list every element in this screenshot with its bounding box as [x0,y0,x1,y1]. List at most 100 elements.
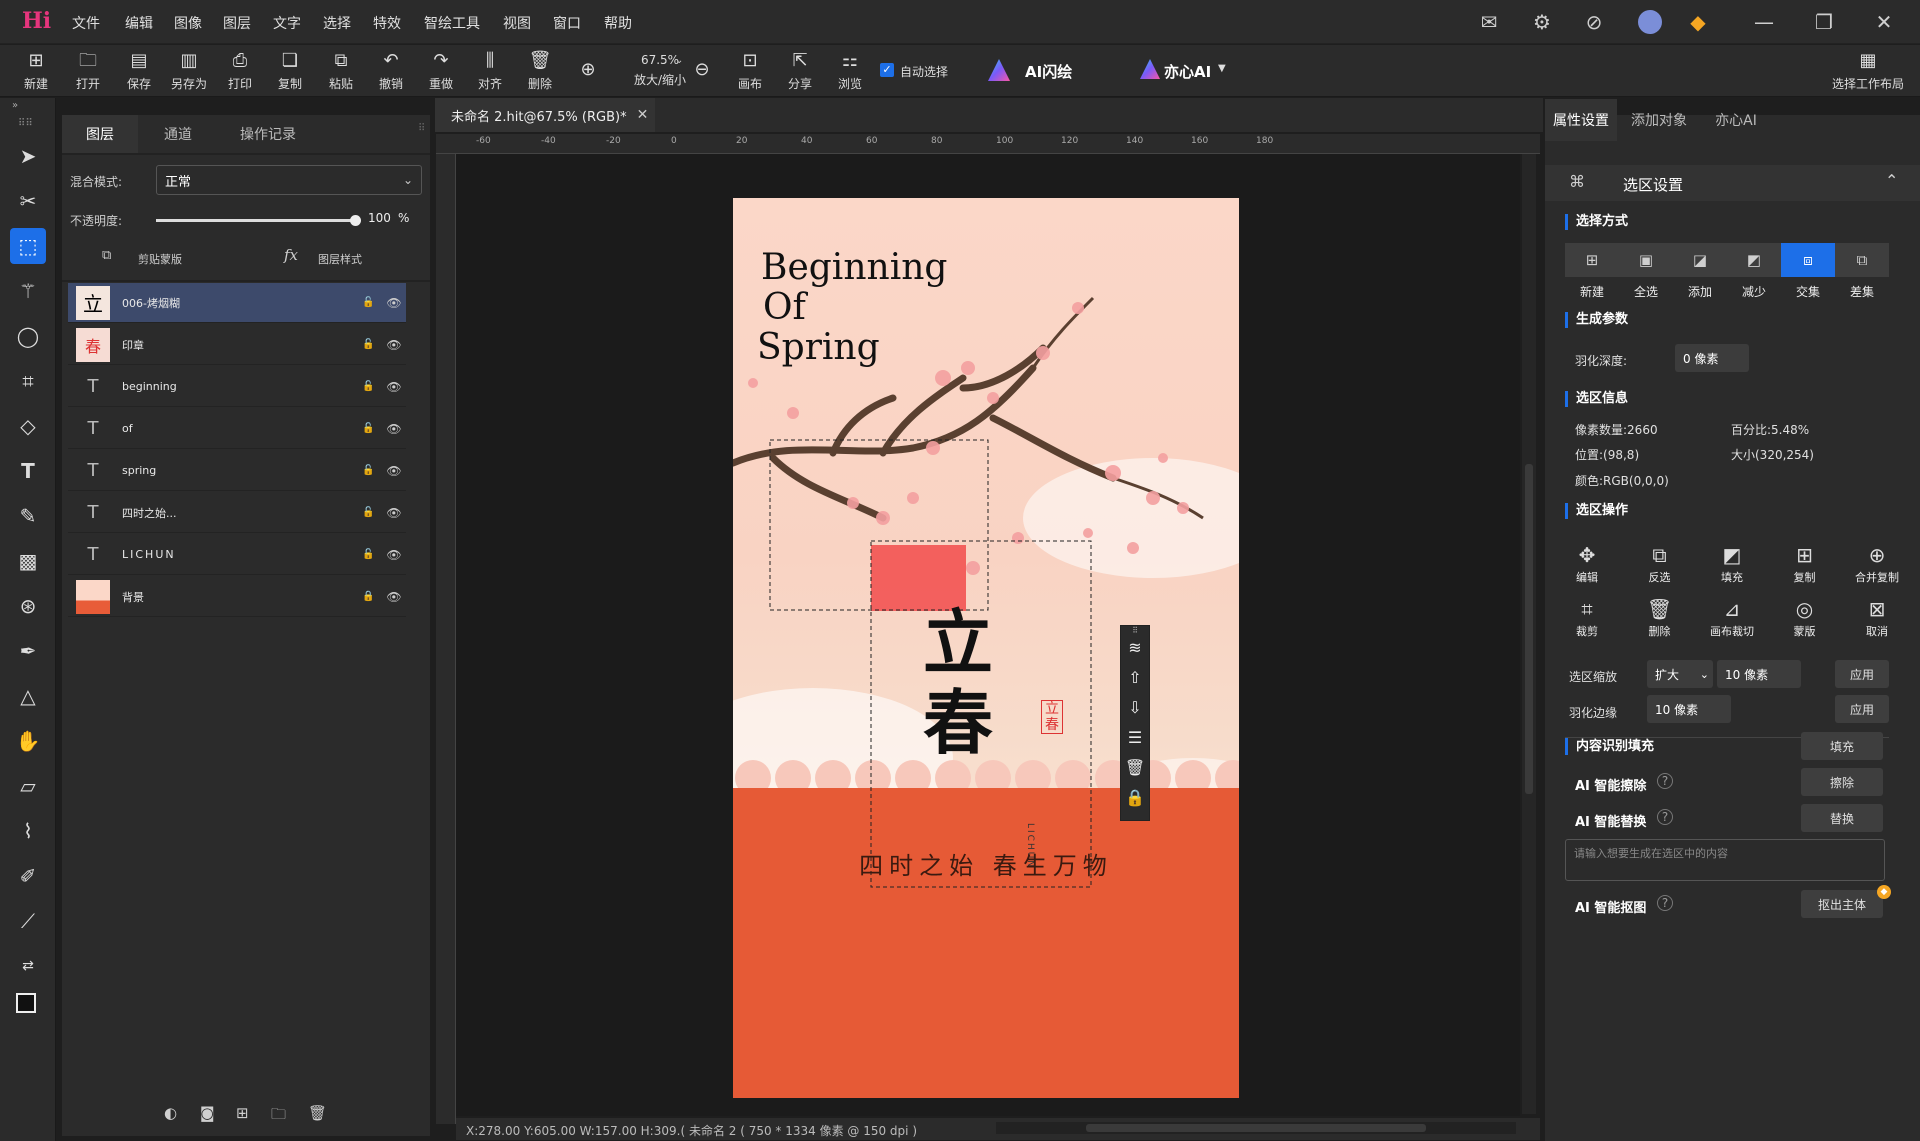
eraser-tool-icon[interactable]: ▩ [10,543,46,579]
layer-stack-icon[interactable]: ≋ [1121,638,1149,668]
poster-bottom-slogan[interactable]: 四时之始 春生万物 [733,846,1239,881]
eye-icon[interactable]: 👁 [382,506,406,520]
add-selection-icon[interactable]: ◪ [1673,243,1727,277]
menu-effects[interactable]: 特效 [373,13,401,33]
layer-row[interactable]: T spring 🔓 👁 [68,451,406,491]
drag-handle-icon[interactable]: ⠿ [1121,626,1149,638]
clone-stamp-icon[interactable]: ⊛ [10,588,46,624]
layer-row[interactable]: 春 印章 🔓 👁 [68,325,406,365]
poster-seal[interactable]: 立春 [1041,700,1063,734]
layers-icon[interactable]: ☰ [1121,728,1149,758]
new-group-icon[interactable]: 🗀 [271,1104,286,1129]
layer-row[interactable]: 背景 🔒 👁 [68,577,406,617]
scroll-thumb[interactable] [1086,1124,1426,1132]
scale-value-input[interactable]: 10 像素 [1717,660,1801,688]
minimize-icon[interactable]: — [1750,8,1778,36]
tab-yixin-ai[interactable]: 亦心AI [1701,99,1771,141]
new-button[interactable]: ⊞ 新建 [14,45,58,97]
lock-icon[interactable]: 🔓 [362,549,382,560]
crop-tool-icon[interactable]: ⌗ [10,363,46,399]
adjustment-layer-icon[interactable]: ◐ [164,1104,177,1122]
magic-wand-icon[interactable]: ⚚ [10,273,46,309]
workspace-layout-button[interactable]: ▦ 选择工作布局 [1830,45,1906,97]
vip-diamond-icon[interactable]: ◆ [1684,8,1712,36]
layer-row[interactable]: T of 🔓 👁 [68,409,406,449]
eye-icon[interactable]: 👁 [382,422,406,436]
tab-add-object[interactable]: 添加对象 [1617,99,1701,141]
scroll-thumb[interactable] [1525,464,1533,794]
help-icon[interactable]: ? [1657,809,1673,825]
open-button[interactable]: 🗀 打开 [66,45,110,97]
difference-selection-icon[interactable]: ⧉ [1835,243,1889,277]
menu-help[interactable]: 帮助 [604,13,632,33]
apply-scale-button[interactable]: 应用 [1835,660,1889,688]
layer-row[interactable]: T beginning 🔓 👁 [68,367,406,407]
move-down-icon[interactable]: ⇩ [1121,698,1149,728]
cutout-button[interactable]: 抠出主体 [1801,890,1883,918]
merge-copy-button[interactable]: ⊕ 合并复制 [1847,543,1907,585]
compass-icon[interactable]: ⊘ [1580,8,1608,36]
avatar[interactable] [1638,10,1662,34]
opacity-slider-thumb[interactable] [350,215,361,226]
lock-icon[interactable]: 🔒 [1121,788,1149,818]
copy-button[interactable]: ❏ 复制 [268,45,312,97]
subtract-selection-icon[interactable]: ◩ [1727,243,1781,277]
tab-properties[interactable]: 属性设置 [1545,99,1617,141]
layer-row[interactable]: T LICHUN 🔓 👁 [68,535,406,575]
trash-icon[interactable]: 🗑 [1121,758,1149,788]
panel-grip-icon[interactable]: ⠿ [418,123,425,134]
poster-title-spring[interactable]: Spring [757,328,947,368]
feather-depth-input[interactable]: 0 像素 [1675,344,1749,372]
lock-icon[interactable]: 🔒 [362,591,382,602]
menu-select[interactable]: 选择 [323,13,351,33]
poster-calligraphy[interactable]: 立春 [923,603,993,763]
menu-text[interactable]: 文字 [273,13,301,33]
select-all-icon[interactable]: ▣ [1619,243,1673,277]
swap-colors-icon[interactable]: ⇄ [10,948,46,984]
opacity-value[interactable]: 100 [368,211,391,225]
eye-icon[interactable]: 👁 [382,590,406,604]
move-tool-icon[interactable]: ➤ [10,138,46,174]
redo-button[interactable]: ↷ 重做 [419,45,463,97]
paste-button[interactable]: ⧉ 粘贴 [319,45,363,97]
delete-selection-button[interactable]: 🗑 删除 [1630,597,1690,639]
marquee-tool-icon[interactable]: ⬚ [10,228,46,264]
foreground-color-swatch[interactable] [16,993,36,1013]
yixin-ai-button[interactable]: 亦心AI [1164,61,1211,82]
lock-icon[interactable]: 🔓 [362,465,382,476]
hand-tool-icon[interactable]: ✋ [10,723,46,759]
menu-edit[interactable]: 编辑 [125,13,153,33]
blend-mode-select[interactable]: 正常 ⌄ [156,165,422,195]
replace-prompt-input[interactable]: 请输入想要生成在选区中的内容 [1565,839,1885,881]
document-tab[interactable]: 未命名 2.hit@67.5% (RGB)* ✕ [435,98,655,132]
move-up-icon[interactable]: ⇧ [1121,668,1149,698]
help-icon[interactable]: ? [1657,773,1673,789]
fx-icon[interactable]: fx [284,246,298,264]
section-header[interactable]: ⌘ 选区设置 ⌃ [1545,165,1920,201]
menu-view[interactable]: 视图 [503,13,531,33]
menu-file[interactable]: 文件 [72,13,100,33]
layer-row[interactable]: T 四时之始... 🔓 👁 [68,493,406,533]
replace-button[interactable]: 替换 [1801,804,1883,832]
new-selection-icon[interactable]: ⊞ [1565,243,1619,277]
eye-icon[interactable]: 👁 [382,380,406,394]
invert-selection-button[interactable]: ⧉ 反选 [1630,543,1690,585]
pen-tool-icon[interactable]: ✒ [10,633,46,669]
delete-layer-icon[interactable]: 🗑 [308,1104,327,1122]
expand-panel-icon[interactable]: » [12,100,18,111]
edit-selection-button[interactable]: ✥ 编辑 [1557,543,1617,585]
restore-icon[interactable]: ❐ [1810,8,1838,36]
print-button[interactable]: ⎙ 打印 [218,45,262,97]
layer-style-label[interactable]: 图层样式 [318,251,362,267]
fill-selection-button[interactable]: ◩ 填充 [1702,543,1762,585]
fill-bucket-icon[interactable]: ◇ [10,408,46,444]
text-tool-icon[interactable]: T [10,453,46,489]
clip-mask-label[interactable]: 剪贴蒙版 [138,251,182,267]
cancel-selection-button[interactable]: ⊠ 取消 [1847,597,1907,639]
save-button[interactable]: ▤ 保存 [117,45,161,97]
horizontal-scrollbar[interactable] [996,1122,1516,1134]
settings-icon[interactable]: ⚙ [1528,8,1556,36]
zoom-in-button[interactable]: ⊕ [566,45,610,97]
vertical-scrollbar[interactable] [1522,154,1536,1114]
close-tab-icon[interactable]: ✕ [637,107,649,123]
